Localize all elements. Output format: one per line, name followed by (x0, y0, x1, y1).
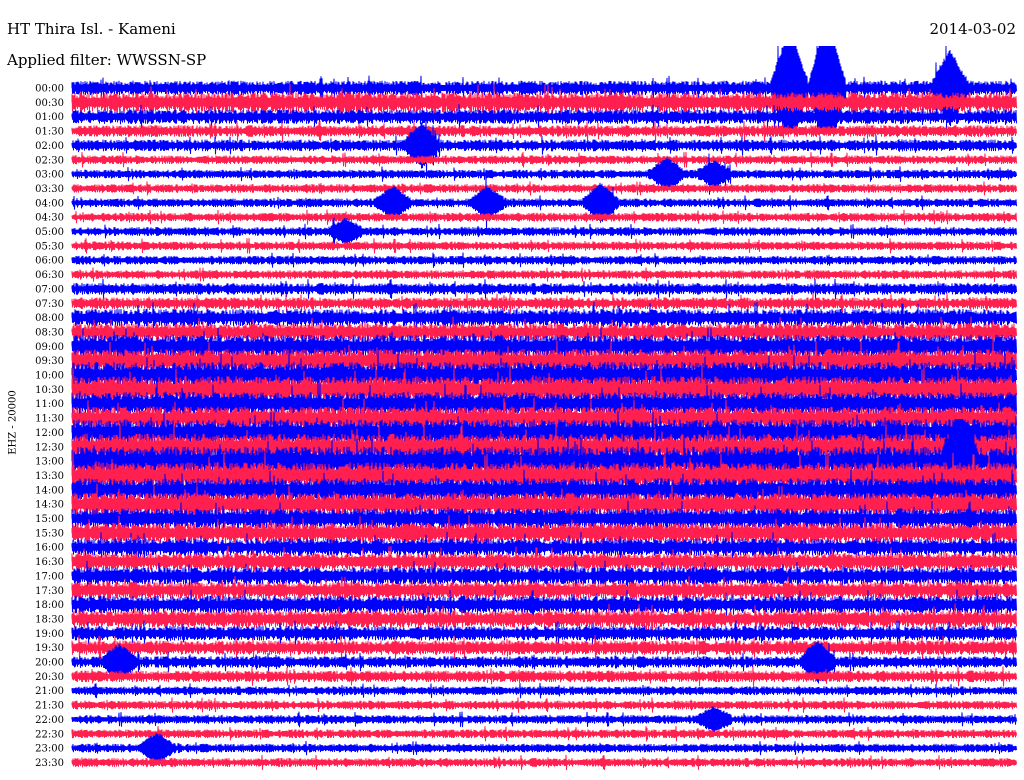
time-label-0930: 09:30 (35, 356, 64, 367)
time-label-1030: 10:30 (35, 385, 64, 396)
trace-row-0400 (71, 173, 1017, 233)
trace-row-0130 (71, 120, 1017, 142)
time-label-1230: 12:30 (35, 442, 64, 453)
time-label-0730: 07:30 (35, 299, 64, 310)
time-label-0800: 08:00 (35, 313, 64, 324)
time-label-1330: 13:30 (35, 471, 64, 482)
time-label-2000: 20:00 (35, 658, 64, 669)
time-label-2330: 23:30 (35, 758, 64, 769)
time-label-1700: 17:00 (35, 571, 64, 582)
time-label-0500: 05:00 (35, 227, 64, 238)
time-label-1900: 19:00 (35, 629, 64, 640)
trace-row-0530 (71, 238, 1017, 254)
time-label-2230: 22:30 (35, 729, 64, 740)
time-label-0830: 08:30 (35, 327, 64, 338)
trace-row-2330 (71, 754, 1017, 771)
time-label-1200: 12:00 (35, 428, 64, 439)
trace-row-0430 (71, 209, 1017, 225)
time-label-0000: 00:00 (35, 84, 64, 95)
trace-row-0500 (71, 217, 1017, 246)
trace-row-0630 (71, 267, 1017, 283)
time-label-1000: 10:00 (35, 371, 64, 382)
time-label-1500: 15:00 (35, 514, 64, 525)
time-label-1430: 14:30 (35, 500, 64, 511)
helicorder-plot: 00:00 00:30 01:00 01:30 02:00 02:30 03:00 03:30… (35, 45, 1017, 771)
time-label-1100: 11:00 (35, 399, 64, 410)
time-label-1800: 18:00 (35, 600, 64, 611)
trace-row-0330 (71, 181, 1017, 196)
trace-row-2100 (71, 682, 1017, 699)
time-label-0230: 02:30 (35, 155, 64, 166)
time-label-1130: 11:30 (35, 414, 64, 425)
time-label-1530: 15:30 (35, 528, 64, 539)
time-label-0900: 09:00 (35, 342, 64, 353)
time-label-1830: 18:30 (35, 614, 64, 625)
time-label-0530: 05:30 (35, 241, 64, 252)
time-label-2200: 22:00 (35, 715, 64, 726)
time-label-0630: 06:30 (35, 270, 64, 281)
time-label-1630: 16:30 (35, 557, 64, 568)
time-label-0300: 03:00 (35, 170, 64, 181)
trace-row-2030 (71, 666, 1017, 687)
time-label-1930: 19:30 (35, 643, 64, 654)
trace-row-2230 (71, 726, 1017, 742)
time-label-0100: 01:00 (35, 112, 64, 123)
time-label-1600: 16:00 (35, 543, 64, 554)
time-label-0130: 01:30 (35, 127, 64, 138)
time-label-2030: 20:30 (35, 672, 64, 683)
time-label-2130: 21:30 (35, 701, 64, 712)
time-label-1300: 13:00 (35, 457, 64, 468)
trace-row-2130 (71, 697, 1017, 713)
time-label-1400: 14:00 (35, 485, 64, 496)
time-label-0400: 04:00 (35, 198, 64, 209)
time-label-1730: 17:30 (35, 586, 64, 597)
time-label-2100: 21:00 (35, 686, 64, 697)
time-label-2300: 23:00 (35, 744, 64, 755)
time-label-0430: 04:30 (35, 213, 64, 224)
trace-row-2300 (71, 733, 1017, 763)
trace-row-0700 (71, 278, 1017, 300)
trace-row-1930 (71, 634, 1017, 661)
time-label-0330: 03:30 (35, 184, 64, 195)
time-label-0700: 07:00 (35, 284, 64, 295)
trace-row-2200 (71, 706, 1017, 733)
time-label-0600: 06:00 (35, 256, 64, 267)
time-label-0030: 00:30 (35, 98, 64, 109)
trace-row-0230 (71, 151, 1017, 168)
time-label-0200: 02:00 (35, 141, 64, 152)
trace-row-0600 (71, 252, 1017, 268)
